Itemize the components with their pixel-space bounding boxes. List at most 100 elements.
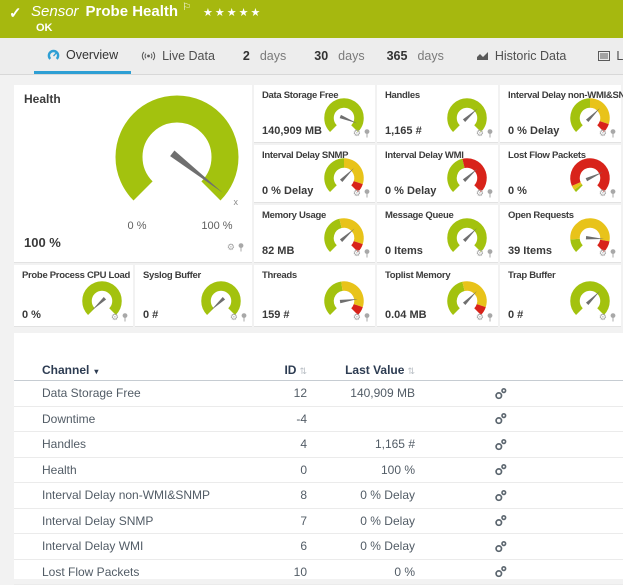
- ok-check-icon: ✓: [9, 4, 22, 22]
- channel-settings-icon[interactable]: [494, 540, 507, 553]
- gauge-value: 1,165 #: [385, 125, 422, 137]
- gear-icon[interactable]: ⚙: [353, 189, 361, 198]
- tab-2-days[interactable]: 2 days: [235, 38, 294, 74]
- gauge-panel[interactable]: Threads 159 # ⚙: [254, 265, 375, 327]
- gear-icon[interactable]: ⚙: [111, 313, 119, 322]
- gauge-panel[interactable]: Open Requests 39 Items ⚙: [500, 205, 621, 263]
- gauge-panel[interactable]: Message Queue 0 Items ⚙: [377, 205, 498, 263]
- priority-stars[interactable]: ★★★★★: [203, 7, 262, 19]
- gauge-panel[interactable]: Toplist Memory 0.04 MB ⚙: [377, 265, 498, 327]
- channel-id: 0: [267, 463, 307, 477]
- tab-365-days-unit: days: [417, 49, 443, 63]
- pin-icon[interactable]: [487, 129, 493, 138]
- pin-icon[interactable]: [122, 313, 128, 322]
- gear-icon[interactable]: ⚙: [230, 313, 238, 322]
- gear-icon[interactable]: ⚙: [353, 313, 361, 322]
- gauge-panel[interactable]: Syslog Buffer 0 # ⚙: [135, 265, 252, 327]
- channel-row: Health0100 %: [14, 458, 623, 484]
- gauge-panel[interactable]: Memory Usage 82 MB ⚙: [254, 205, 375, 263]
- pin-icon[interactable]: [487, 249, 493, 258]
- gauge-title: Trap Buffer: [508, 270, 621, 281]
- gauge-panel[interactable]: Probe Process CPU Load 0 % ⚙: [14, 265, 133, 327]
- column-header-last-value[interactable]: Last Value⇅: [307, 363, 415, 377]
- gear-icon[interactable]: ⚙: [476, 129, 484, 138]
- channels-table: Channel▾ ID⇅ Last Value⇅ Data Storage Fr…: [14, 333, 623, 579]
- channel-row: Lost Flow Packets100 %: [14, 560, 623, 585]
- gauge-value: 82 MB: [262, 245, 294, 257]
- tab-log[interactable]: Log: [590, 38, 623, 74]
- tab-live-data-label: Live Data: [162, 49, 215, 63]
- tab-live-data[interactable]: Live Data: [131, 38, 225, 74]
- health-gauge-dial: 0 %100 %: [72, 91, 272, 233]
- tab-overview[interactable]: Overview: [34, 38, 131, 74]
- pin-icon[interactable]: [364, 249, 370, 258]
- pin-icon[interactable]: [238, 243, 244, 252]
- gear-icon[interactable]: ⚙: [599, 249, 607, 258]
- gauge-title: Health: [24, 92, 252, 106]
- flag-icon[interactable]: ⚐: [182, 2, 191, 13]
- gauge-title: Syslog Buffer: [143, 270, 252, 281]
- page-title: Probe Health: [86, 3, 179, 20]
- broadcast-icon: [141, 51, 156, 61]
- pin-icon[interactable]: [610, 249, 616, 258]
- gauge-value: 0 % Delay: [508, 125, 559, 137]
- channel-last-value: 140,909 MB: [307, 386, 415, 400]
- channel-settings-icon[interactable]: [494, 387, 507, 400]
- pin-icon[interactable]: [610, 189, 616, 198]
- gear-icon[interactable]: ⚙: [476, 189, 484, 198]
- gear-icon[interactable]: ⚙: [476, 249, 484, 258]
- pin-icon[interactable]: [610, 129, 616, 138]
- channel-name: Data Storage Free: [42, 386, 267, 400]
- gauge-title: Memory Usage: [262, 210, 375, 221]
- channel-settings-icon[interactable]: [494, 412, 507, 425]
- gear-icon[interactable]: ⚙: [599, 189, 607, 198]
- pin-icon[interactable]: [364, 189, 370, 198]
- tab-30-days[interactable]: 30 days: [306, 38, 372, 74]
- channel-settings-icon[interactable]: [494, 565, 507, 578]
- gauge-panel[interactable]: Data Storage Free 140,909 MB ⚙: [254, 85, 375, 143]
- gauge-panel[interactable]: Interval Delay SNMP 0 % Delay ⚙: [254, 145, 375, 203]
- pin-icon[interactable]: [610, 313, 616, 322]
- channel-row: Interval Delay SNMP70 % Delay: [14, 509, 623, 535]
- pin-icon[interactable]: [364, 129, 370, 138]
- health-panel[interactable]: Health 0 %100 % x 100 % ⚙: [14, 85, 252, 263]
- channel-name: Interval Delay WMI: [42, 539, 267, 553]
- channel-name: Handles: [42, 437, 267, 451]
- gear-icon[interactable]: ⚙: [353, 129, 361, 138]
- gear-icon[interactable]: ⚙: [599, 313, 607, 322]
- channel-settings-icon[interactable]: [494, 438, 507, 451]
- pin-icon[interactable]: [487, 189, 493, 198]
- area-chart-icon: [476, 51, 489, 61]
- gauge-panel[interactable]: Handles 1,165 # ⚙: [377, 85, 498, 143]
- gauge-title: Message Queue: [385, 210, 498, 221]
- channel-settings-icon[interactable]: [494, 514, 507, 527]
- gauge-panel[interactable]: Lost Flow Packets 0 % ⚙: [500, 145, 621, 203]
- gauge-value: 0 % Delay: [262, 185, 313, 197]
- tab-365-days[interactable]: 365 days: [379, 38, 452, 74]
- channel-row: Interval Delay WMI60 % Delay: [14, 534, 623, 560]
- channel-row: Downtime-4: [14, 407, 623, 433]
- gauge-panel[interactable]: Interval Delay WMI 0 % Delay ⚙: [377, 145, 498, 203]
- gauge-panel[interactable]: Interval Delay non-WMI&SNMP 0 % Delay ⚙: [500, 85, 621, 143]
- channel-last-value: 1,165 #: [307, 437, 415, 451]
- channel-id: -4: [267, 412, 307, 426]
- column-header-channel[interactable]: Channel▾: [42, 363, 267, 377]
- channel-id: 12: [267, 386, 307, 400]
- pin-icon[interactable]: [487, 313, 493, 322]
- channel-last-value: 0 %: [307, 565, 415, 579]
- gear-icon[interactable]: ⚙: [476, 313, 484, 322]
- pin-icon[interactable]: [364, 313, 370, 322]
- gauge-value: 0 #: [143, 309, 158, 321]
- channel-settings-icon[interactable]: [494, 463, 507, 476]
- channel-settings-icon[interactable]: [494, 489, 507, 502]
- channel-last-value: 0 % Delay: [307, 539, 415, 553]
- gear-icon[interactable]: ⚙: [227, 243, 235, 252]
- channel-last-value: 0 % Delay: [307, 514, 415, 528]
- gauge-value: 0 % Delay: [385, 185, 436, 197]
- gear-icon[interactable]: ⚙: [353, 249, 361, 258]
- tab-historic-data[interactable]: Historic Data: [468, 38, 575, 74]
- gear-icon[interactable]: ⚙: [599, 129, 607, 138]
- pin-icon[interactable]: [241, 313, 247, 322]
- gauge-panel[interactable]: Trap Buffer 0 # ⚙: [500, 265, 621, 327]
- column-header-id[interactable]: ID⇅: [267, 363, 307, 377]
